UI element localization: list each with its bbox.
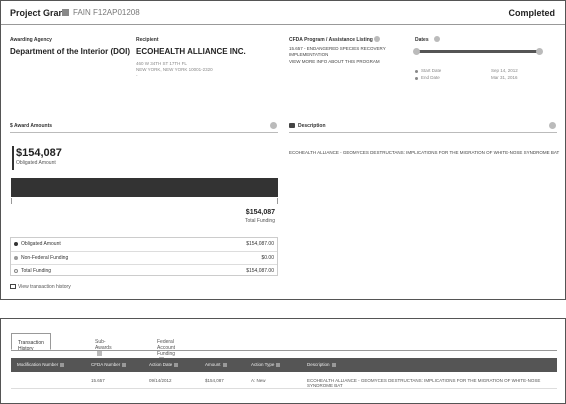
info-icon [97,351,102,357]
legend-label: Total Funding [21,268,52,274]
legend-dot [14,269,18,273]
total-funding-value: $154,087 [245,209,275,216]
bar-tick [11,198,12,204]
tab-divider [11,350,557,351]
info-icon[interactable] [270,122,277,129]
info-icon[interactable] [434,36,440,42]
column-header-action-type[interactable]: Action Type [251,362,281,367]
header-divider [1,24,565,25]
legend-label: Obligated Amount [21,241,61,247]
cfda-program: 15.657 - ENDANGERED SPECIES RECOVERY [289,46,386,51]
obligated-amount-value: $154,087 [16,147,62,159]
cell-amount: $154,087 [205,378,224,383]
sort-icon[interactable] [174,362,179,367]
legend-value: $0.00 [261,255,274,261]
total-funding-label: Total Funding [244,218,275,224]
view-transaction-history-link[interactable]: View transaction history [18,284,71,290]
recipient-name[interactable]: ECOHEALTH ALLIANCE INC. [136,47,246,56]
start-date-label: Start Date [421,68,442,73]
timeline-end-marker [536,48,543,55]
cfda-program: IMPLEMENTATION [289,52,329,57]
award-amounts-label: $ Award Amounts [10,123,53,129]
dates-label: Dates [415,37,429,43]
cell-action-type: A: New [251,378,266,383]
flag-icon [62,9,69,16]
cell-action-date: 09/14/2012 [149,378,172,383]
section-divider [289,132,557,133]
description-label: Description [298,123,326,129]
recipient-label: Recipient [136,37,159,43]
legend-row: Total Funding $154,087.00 [11,264,277,276]
comment-icon [289,123,295,128]
cfda-label: CFDA Program / Assistance Listing [289,37,373,43]
sort-icon[interactable] [331,362,336,367]
timeline-start-marker [413,48,420,55]
awarding-agency-label: Awarding Agency [10,37,52,43]
recipient-address-line: - [136,73,138,78]
column-header-amount[interactable]: Amount [205,362,227,367]
cell-description: ECOHEALTH ALLIANCE - GEOMYCES DESTRUCTAN… [307,378,541,388]
dates-timeline-bar [415,50,541,53]
legend-value: $154,087.00 [246,268,274,274]
recipient-address-line: NEW YORK, NEW YORK 10001-2320 [136,67,213,72]
table-header: Modification Number CFDA Number Action D… [11,358,557,372]
legend-row: Obligated Amount $154,087.00 [11,238,277,250]
tab-federal-account-funding[interactable]: Federal Account Funding [151,333,181,363]
transactions-panel: Transaction History Sub-Awards Federal A… [0,318,566,404]
fain-id: FAIN F12AP01208 [73,8,140,17]
section-divider [10,132,278,133]
status-badge: Completed [508,8,555,18]
column-header-modification-number[interactable]: Modification Number [17,362,65,367]
sort-icon[interactable] [122,362,127,367]
start-date-dot [415,70,418,73]
cell-cfda-number: 15.657 [91,378,105,383]
column-header-description[interactable]: Description [307,362,336,367]
tab-transaction-history[interactable]: Transaction History [11,333,51,352]
description-text: ECOHEALTH ALLIANCE - GEOMYCES DESTRUCTAN… [289,150,560,155]
funding-progress-bar[interactable] [11,178,278,197]
legend-value: $154,087.00 [246,241,274,247]
obligated-indicator-bar [12,146,14,170]
info-icon[interactable] [374,36,380,42]
end-date-value: Mar 31, 2016 [491,75,518,80]
award-summary-panel: Project Grant FAIN F12AP01208 Completed … [0,0,566,300]
sort-icon[interactable] [276,362,281,367]
legend-label: Non-Federal Funding [21,255,69,261]
legend-dot [14,256,18,260]
recipient-address-line: 460 W 34TH ST 17TH FL [136,61,187,66]
award-amounts-legend: Obligated Amount $154,087.00 Non-Federal… [10,237,278,276]
bar-tick [277,198,278,204]
tab-label: Federal Account Funding [157,339,176,357]
column-header-action-date[interactable]: Action Date [149,362,179,367]
legend-row: Non-Federal Funding $0.00 [11,251,277,263]
legend-dot [14,242,18,246]
table-icon [10,284,16,289]
award-type-title: Project Grant [10,8,68,18]
tab-sub-awards[interactable]: Sub-Awards [89,333,118,357]
awarding-agency-value[interactable]: Department of the Interior (DOI) [10,47,130,56]
cfda-more-info-link[interactable]: VIEW MORE INFO ABOUT THIS PROGRAM [289,59,380,64]
end-date-label: End Date [421,75,440,80]
table-row[interactable]: 15.657 09/14/2012 $154,087 A: New ECOHEA… [11,372,557,389]
info-icon[interactable] [549,122,556,129]
sort-icon[interactable] [222,362,227,367]
sort-icon[interactable] [60,362,65,367]
column-header-cfda-number[interactable]: CFDA Number [91,362,127,367]
end-date-dot [415,77,418,80]
obligated-amount-label: Obligated Amount [16,160,56,166]
start-date-value: Sep 14, 2012 [491,68,518,73]
